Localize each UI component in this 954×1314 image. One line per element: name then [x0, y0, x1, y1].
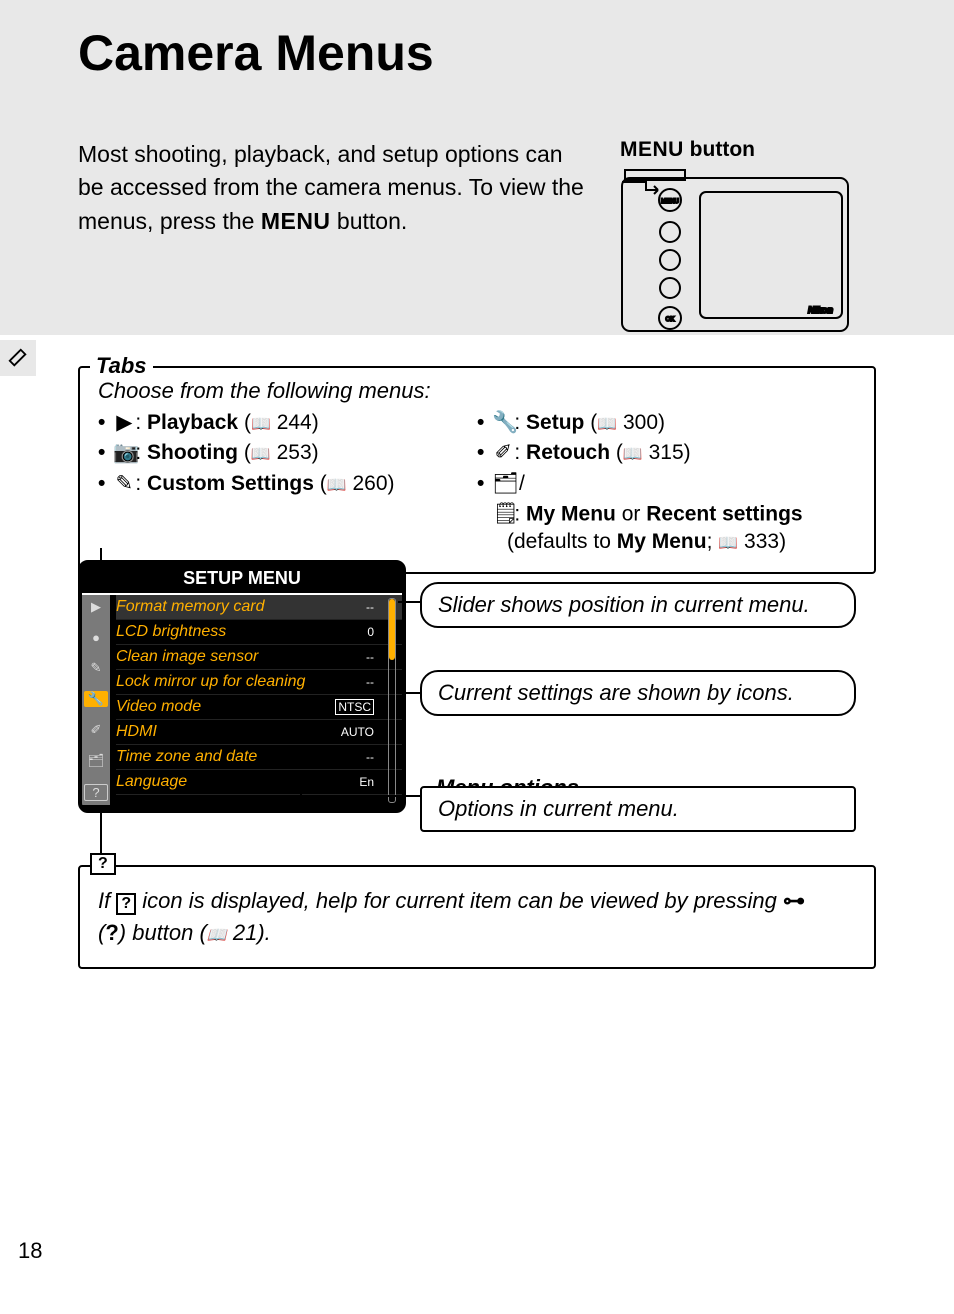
mymenu-defaults: (defaults to My Menu; 📖 333) — [507, 530, 856, 554]
camera-illustration: Nikon MENU OK — [620, 168, 850, 333]
leader-line — [100, 548, 102, 562]
wrench-icon: 🔧 — [492, 408, 514, 438]
svg-text:Nikon: Nikon — [808, 305, 834, 315]
setup-menu-screenshot: SETUP MENU ▶ ● ✎ 🔧 ✐ 🗂 ? Format memory c… — [78, 560, 406, 813]
help-text: If ? icon is displayed, help for current… — [98, 885, 856, 949]
tab-mymenu: •🗂/🗒: My Menu or Recent settings — [477, 469, 856, 530]
setup-row: Lock mirror up for cleaning-- — [116, 670, 402, 695]
setup-title: SETUP MENU — [82, 564, 402, 595]
setup-row: Clean image sensor-- — [116, 645, 402, 670]
svg-text:MENU: MENU — [661, 199, 679, 205]
tabs-col-right: •🔧: Setup (📖 300) •✐: Retouch (📖 315) •🗂… — [477, 408, 856, 554]
setup-row: Format memory card-- — [116, 595, 402, 620]
manual-page: Camera Menus Most shooting, playback, an… — [0, 0, 954, 1314]
leader-line — [398, 601, 420, 603]
tab-icon-mymenu: 🗂 — [84, 753, 108, 769]
setup-rows: Format memory card-- LCD brightness0 Cle… — [110, 595, 402, 805]
tab-custom: •✎: Custom Settings (📖 260) — [98, 469, 477, 499]
playback-icon: ▶ — [113, 408, 135, 438]
tabs-intro: Choose from the following menus: — [98, 378, 856, 404]
tab-icon-play: ▶ — [84, 599, 108, 615]
question-mark: ? — [105, 920, 118, 945]
page-number: 18 — [18, 1238, 42, 1264]
retouch-icon: ✐ — [492, 438, 514, 468]
tabs-col-left: •▶: Playback (📖 244) •📷: Shooting (📖 253… — [98, 408, 477, 554]
tab-icon-shoot: ● — [84, 630, 108, 645]
setup-row: Video modeNTSC — [116, 695, 402, 720]
intro-text-post: button. — [331, 208, 408, 234]
callout-slider: Slider shows position in current menu. — [420, 582, 856, 628]
setup-row: LanguageEn — [116, 770, 402, 795]
tab-setup: •🔧: Setup (📖 300) — [477, 408, 856, 438]
intro-paragraph: Most shooting, playback, and setup optio… — [78, 138, 588, 238]
callout-menu-options: Options in current menu. — [420, 786, 856, 832]
menu-word: MENU — [261, 208, 331, 234]
mymenu-icon: 🗂/🗒 — [492, 469, 514, 530]
tab-playback: •▶: Playback (📖 244) — [98, 408, 477, 438]
setup-icon-column: ▶ ● ✎ 🔧 ✐ 🗂 ? — [82, 595, 110, 805]
caption-label: button — [684, 138, 755, 161]
help-question-icon: ? — [116, 893, 136, 915]
tab-icon-custom: ✎ — [84, 660, 108, 676]
setup-row: HDMIAUTO — [116, 720, 402, 745]
leader-line — [398, 692, 420, 694]
svg-text:OK: OK — [666, 317, 675, 323]
setup-row: LCD brightness0 — [116, 620, 402, 645]
tab-icon-retouch: ✐ — [84, 722, 108, 738]
leader-line — [300, 795, 420, 797]
side-tab-icon — [0, 340, 36, 376]
caption-menu-word: MENU — [620, 138, 684, 161]
pencil-icon: ✎ — [113, 469, 135, 499]
tab-retouch: •✐: Retouch (📖 315) — [477, 438, 856, 468]
tab-icon-setup: 🔧 — [84, 691, 108, 707]
key-icon: ⊶ — [783, 888, 805, 913]
setup-row: Time zone and date-- — [116, 745, 402, 770]
callout-icons: Current settings are shown by icons. — [420, 670, 856, 716]
help-box: ? If ? icon is displayed, help for curre… — [78, 865, 876, 969]
tabs-box: Tabs Choose from the following menus: •▶… — [78, 366, 876, 574]
camera-caption: MENU button — [620, 138, 755, 162]
page-title: Camera Menus — [78, 24, 434, 82]
tab-shooting: •📷: Shooting (📖 253) — [98, 438, 477, 468]
leader-line — [300, 785, 302, 795]
tabs-label: Tabs — [90, 353, 153, 379]
scrollbar — [388, 598, 396, 803]
camera-icon: 📷 — [113, 438, 135, 468]
menu-options-text: Options in current menu. — [438, 796, 838, 822]
tab-icon-help: ? — [84, 784, 108, 801]
help-icon: ? — [90, 853, 116, 875]
